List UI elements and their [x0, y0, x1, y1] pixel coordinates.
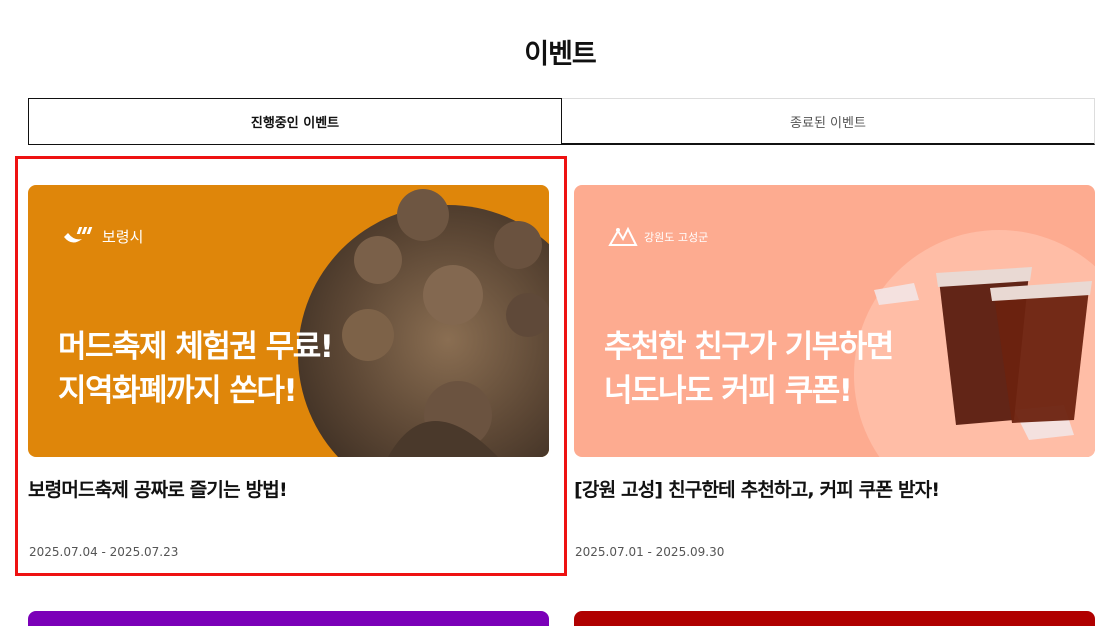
- tab-ended-events[interactable]: 종료된 이벤트: [562, 98, 1095, 145]
- next-event-banner-right[interactable]: [574, 611, 1095, 626]
- next-event-banner-left[interactable]: [28, 611, 549, 626]
- brand-logo-goseong: 강원도 고성군: [608, 225, 708, 249]
- banner-headline-line1: 추천한 친구가 기부하면: [604, 329, 894, 365]
- banner-headline-line2: 지역화폐까지 쏜다!: [58, 373, 298, 409]
- boryeong-logo-icon: [64, 227, 93, 243]
- brand-name: 강원도 고성군: [644, 231, 709, 244]
- brand-name: 보령시: [102, 227, 144, 246]
- banner-headline-line1: 머드축제 체험권 무료!: [58, 329, 334, 365]
- page-title: 이벤트: [524, 39, 597, 70]
- tab-ongoing-events[interactable]: 진행중인 이벤트: [28, 98, 562, 145]
- event-tabs: 진행중인 이벤트 종료된 이벤트: [28, 98, 1095, 145]
- brand-logo-boryeong: 보령시: [62, 225, 143, 247]
- event-period: 2025.07.01 - 2025.09.30: [575, 545, 725, 559]
- event-period: 2025.07.04 - 2025.07.23: [29, 545, 179, 559]
- goseong-logo-icon: [608, 226, 638, 246]
- event-banner-image[interactable]: 강원도 고성군 추천한 친구가 기부하면 너도나도 커피 쿠폰!: [574, 185, 1095, 457]
- event-title[interactable]: [강원 고성] 친구한테 추천하고, 커피 쿠폰 받자!: [574, 475, 1095, 502]
- banner-headline-line2: 너도나도 커피 쿠폰!: [604, 373, 853, 409]
- event-banner-image[interactable]: 보령시 머드축제 체험권 무료! 지역화폐까지 쏜다!: [28, 185, 549, 457]
- event-card-goseong[interactable]: 강원도 고성군 추천한 친구가 기부하면 너도나도 커피 쿠폰! [강원 고성]…: [574, 185, 1095, 559]
- event-card-boryeong[interactable]: 보령시 머드축제 체험권 무료! 지역화폐까지 쏜다! 보령머드축제 공짜로 즐…: [28, 185, 549, 559]
- event-title[interactable]: 보령머드축제 공짜로 즐기는 방법!: [28, 475, 549, 502]
